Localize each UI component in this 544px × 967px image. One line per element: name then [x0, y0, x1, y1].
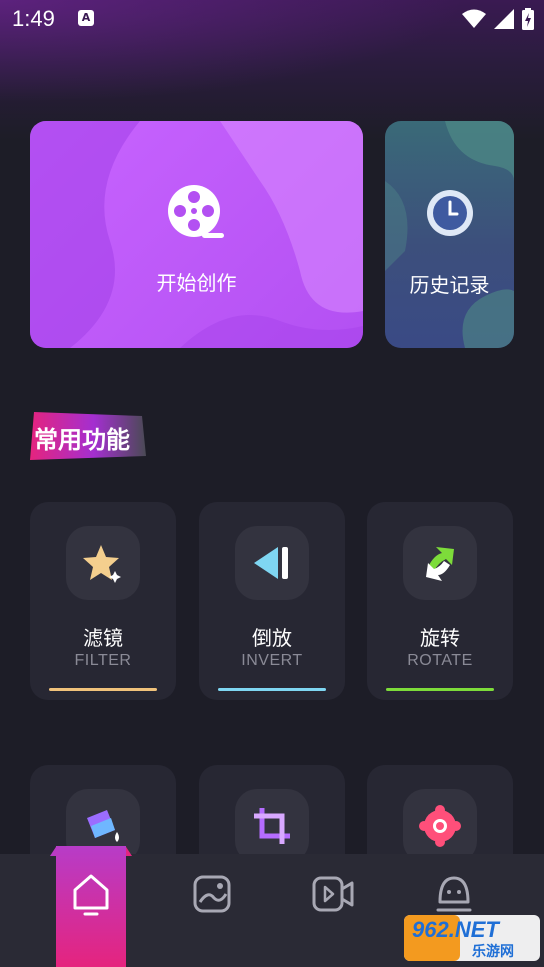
gear-flower-icon	[403, 789, 477, 863]
wifi-icon	[462, 9, 486, 28]
feature-tile-filter[interactable]: 滤镜 FILTER	[30, 502, 176, 700]
feature-label-cn: 旋转	[420, 626, 460, 650]
feature-label-cn: 滤镜	[83, 626, 123, 650]
history-card[interactable]: 历史记录	[385, 121, 514, 348]
start-create-label: 开始创作	[156, 271, 237, 295]
star-sparkle-icon	[66, 526, 140, 600]
rewind-icon	[235, 526, 309, 600]
watermark-brand: 962.NET	[412, 917, 499, 942]
start-create-card[interactable]: 开始创作	[30, 121, 363, 348]
feature-tile-invert[interactable]: 倒放 INVERT	[199, 502, 345, 700]
notification-a-icon: A	[78, 10, 94, 26]
feature-label-en: FILTER	[74, 652, 132, 669]
image-icon	[193, 875, 231, 913]
nav-profile[interactable]	[430, 870, 478, 918]
feature-accent-bar	[386, 688, 494, 691]
feature-accent-bar	[49, 688, 157, 691]
feature-label-cn: 倒放	[252, 626, 292, 650]
status-bar: 1:49 A	[0, 0, 544, 38]
signal-icon	[494, 9, 514, 29]
feature-tile-rotate[interactable]: 旋转 ROTATE	[367, 502, 513, 700]
battery-icon	[522, 8, 534, 30]
nav-gallery[interactable]	[188, 870, 236, 918]
crop-icon	[235, 789, 309, 863]
feature-label-en: ROTATE	[407, 652, 473, 669]
history-label: 历史记录	[409, 273, 490, 297]
feature-label-en: INVERT	[241, 652, 303, 669]
video-icon	[312, 876, 354, 912]
status-icons	[462, 8, 534, 30]
nav-home[interactable]	[67, 870, 115, 918]
rotate-arrows-icon	[403, 526, 477, 600]
home-icon	[73, 874, 109, 916]
feature-accent-bar	[218, 688, 326, 691]
watermark-logo: 962.NET 乐游网	[404, 915, 540, 961]
clock-icon	[427, 190, 473, 236]
watermark-sub: 乐游网	[472, 944, 514, 960]
nav-video[interactable]	[309, 870, 357, 918]
status-time: 1:49	[12, 6, 55, 31]
film-reel-icon	[168, 185, 224, 238]
section-header: 常用功能	[30, 410, 146, 460]
user-icon	[436, 876, 472, 912]
section-title: 常用功能	[34, 426, 130, 454]
